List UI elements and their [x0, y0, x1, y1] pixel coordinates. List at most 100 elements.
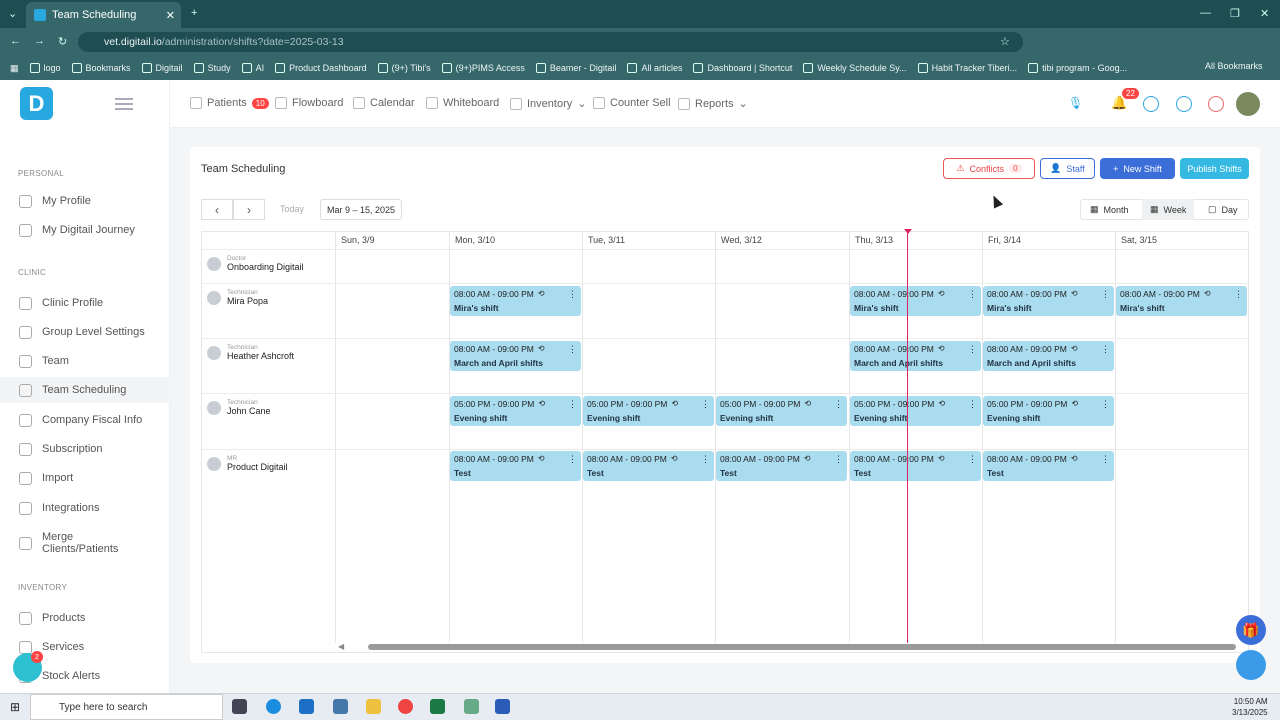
more-options-icon[interactable]: ⋮ — [568, 289, 577, 300]
more-options-icon[interactable]: ⋮ — [1234, 289, 1243, 300]
bookmark-item[interactable]: Product Dashboard — [275, 63, 367, 73]
more-options-icon[interactable]: ⋮ — [701, 399, 710, 410]
close-tab-icon[interactable]: ✕ — [166, 9, 175, 22]
bookmark-item[interactable]: (9+) Tibi's — [377, 63, 431, 73]
excel-icon[interactable] — [430, 699, 445, 714]
shift-block[interactable]: 08:00 AM - 09:00 PM ⟲ ⋮ March and April shi… — [983, 341, 1114, 371]
more-options-icon[interactable]: ⋮ — [1101, 454, 1110, 465]
more-options-icon[interactable]: ⋮ — [568, 399, 577, 410]
file-explorer-icon[interactable] — [366, 699, 381, 714]
more-options-icon[interactable]: ⋮ — [1101, 399, 1110, 410]
shift-block[interactable]: 08:00 AM - 09:00 PM ⟲ ⋮ Mira's shift — [450, 286, 581, 316]
bookmark-item[interactable]: (9+)PIMS Access — [441, 63, 525, 73]
gift-icon[interactable]: 🎁 — [1236, 615, 1266, 645]
prev-week-button[interactable]: ‹ — [201, 199, 233, 220]
all-bookmarks[interactable]: All Bookmarks — [1205, 61, 1263, 71]
shift-block[interactable]: 08:00 AM - 09:00 PM ⟲ ⋮ Test — [583, 451, 714, 481]
shift-block[interactable]: 08:00 AM - 09:00 PM ⟲ ⋮ Mira's shift — [850, 286, 981, 316]
more-options-icon[interactable]: ⋮ — [968, 289, 977, 300]
store-icon[interactable] — [299, 699, 314, 714]
forward-icon[interactable]: → — [34, 35, 45, 47]
more-options-icon[interactable]: ⋮ — [834, 399, 843, 410]
sidebar-item[interactable]: Import — [0, 465, 170, 491]
nav-flowboard[interactable]: Flowboard — [275, 97, 343, 109]
more-options-icon[interactable]: ⋮ — [1101, 344, 1110, 355]
sidebar-item[interactable]: Company Fiscal Info — [0, 407, 170, 433]
nav-whiteboard[interactable]: Whiteboard — [426, 97, 499, 109]
close-window-icon[interactable]: ✕ — [1260, 7, 1269, 20]
hamburger-menu-icon[interactable] — [115, 98, 133, 110]
digitail-logo[interactable]: D — [20, 87, 53, 120]
scroll-left-icon[interactable]: ◀ — [338, 642, 344, 651]
chrome-icon[interactable] — [398, 699, 413, 714]
more-options-icon[interactable]: ⋮ — [568, 454, 577, 465]
nav-calendar[interactable]: Calendar — [353, 97, 415, 109]
date-range[interactable]: Mar 9 – 15, 2025 — [320, 199, 402, 220]
app-icon[interactable] — [333, 699, 348, 714]
shift-block[interactable]: 05:00 PM - 09:00 PM ⟲ ⋮ Evening shift — [850, 396, 981, 426]
shift-block[interactable]: 05:00 PM - 09:00 PM ⟲ ⋮ Evening shift — [983, 396, 1114, 426]
more-options-icon[interactable]: ⋮ — [701, 454, 710, 465]
bookmark-item[interactable]: Dashboard | Shortcut — [693, 63, 792, 73]
nav-patients[interactable]: Patients 10 — [190, 97, 269, 109]
microphone-icon[interactable]: 🎙 — [1068, 96, 1083, 110]
shift-block[interactable]: 08:00 AM - 09:00 PM ⟲ ⋮ Mira's shift — [983, 286, 1114, 316]
sidebar-item[interactable]: Merge Clients/Patients — [0, 523, 170, 563]
more-options-icon[interactable]: ⋮ — [1101, 289, 1110, 300]
support-icon[interactable] — [1208, 96, 1224, 112]
sidebar-item[interactable]: Integrations — [0, 495, 170, 521]
shift-block[interactable]: 05:00 PM - 09:00 PM ⟲ ⋮ Evening shift — [583, 396, 714, 426]
nav-inventory[interactable]: Inventory ⌄ — [510, 97, 586, 110]
address-bar[interactable]: vet.digitail.io/administration/shifts?da… — [78, 32, 1023, 52]
sidebar-item[interactable]: My Profile — [0, 188, 170, 214]
bookmark-item[interactable]: Bookmarks — [71, 63, 131, 73]
browser-tab[interactable]: Team Scheduling ✕ — [26, 2, 181, 28]
new-shift-button[interactable]: + New Shift — [1100, 158, 1175, 179]
shift-block[interactable]: 08:00 AM - 09:00 PM ⟲ ⋮ Test — [850, 451, 981, 481]
shift-block[interactable]: 08:00 AM - 09:00 PM ⟲ ⋮ Test — [983, 451, 1114, 481]
sidebar-item[interactable]: Group Level Settings — [0, 319, 170, 345]
shift-block[interactable]: 08:00 AM - 09:00 PM ⟲ ⋮ March and April shi… — [450, 341, 581, 371]
task-view-icon[interactable] — [232, 699, 247, 714]
more-options-icon[interactable]: ⋮ — [968, 344, 977, 355]
sidebar-item[interactable]: Team Scheduling — [0, 377, 170, 403]
day-view-button[interactable]: ▢ Day — [1200, 199, 1246, 220]
search-icon[interactable] — [1143, 96, 1159, 112]
taskbar-search[interactable]: Type here to search — [30, 694, 223, 720]
bookmark-star-icon[interactable]: ☆ — [1000, 35, 1010, 48]
bookmark-item[interactable]: Digitail — [141, 63, 183, 73]
intercom-chat-icon[interactable] — [1236, 650, 1266, 680]
tab-menu-icon[interactable]: ⌄ — [8, 7, 17, 20]
more-options-icon[interactable]: ⋮ — [568, 344, 577, 355]
shift-block[interactable]: 08:00 AM - 09:00 PM ⟲ ⋮ Test — [450, 451, 581, 481]
bookmark-item[interactable]: Beamer - Digitail — [535, 63, 616, 73]
sidebar-item[interactable]: Team — [0, 348, 170, 374]
sidebar-item[interactable]: My Digitail Journey — [0, 217, 170, 243]
bookmark-item[interactable]: Weekly Schedule Sy... — [803, 63, 907, 73]
dollar-icon[interactable] — [1176, 96, 1192, 112]
edge-icon[interactable] — [266, 699, 281, 714]
apps-icon[interactable]: ▦ — [10, 63, 19, 74]
sidebar-item[interactable]: Subscription — [0, 436, 170, 462]
word-icon[interactable] — [495, 699, 510, 714]
sidebar-item[interactable]: Clinic Profile — [0, 290, 170, 316]
bookmark-item[interactable]: Study — [193, 63, 231, 73]
nav-counter-sell[interactable]: Counter Sell — [593, 97, 671, 109]
maximize-icon[interactable]: ❐ — [1230, 7, 1240, 20]
shift-block[interactable]: 08:00 AM - 09:00 PM ⟲ ⋮ March and April shi… — [850, 341, 981, 371]
bookmark-item[interactable]: logo — [29, 63, 61, 73]
horizontal-scrollbar[interactable] — [368, 644, 1236, 650]
shift-block[interactable]: 08:00 AM - 09:00 PM ⟲ ⋮ Test — [716, 451, 847, 481]
shift-block[interactable]: 05:00 PM - 09:00 PM ⟲ ⋮ Evening shift — [450, 396, 581, 426]
reload-icon[interactable]: ↻ — [58, 35, 67, 48]
month-view-button[interactable]: ▦ Month — [1082, 199, 1137, 220]
conflicts-button[interactable]: ⚠ Conflicts 0 — [943, 158, 1035, 179]
today-button[interactable]: Today — [280, 204, 304, 214]
minimize-icon[interactable]: — — [1200, 7, 1211, 19]
shift-block[interactable]: 05:00 PM - 09:00 PM ⟲ ⋮ Evening shift — [716, 396, 847, 426]
app-icon[interactable] — [464, 699, 479, 714]
more-options-icon[interactable]: ⋮ — [968, 399, 977, 410]
shift-block[interactable]: 08:00 AM - 09:00 PM ⟲ ⋮ Mira's shift — [1116, 286, 1247, 316]
bookmark-item[interactable]: Habit Tracker Tiberi... — [917, 63, 1017, 73]
back-icon[interactable]: ← — [10, 35, 21, 47]
